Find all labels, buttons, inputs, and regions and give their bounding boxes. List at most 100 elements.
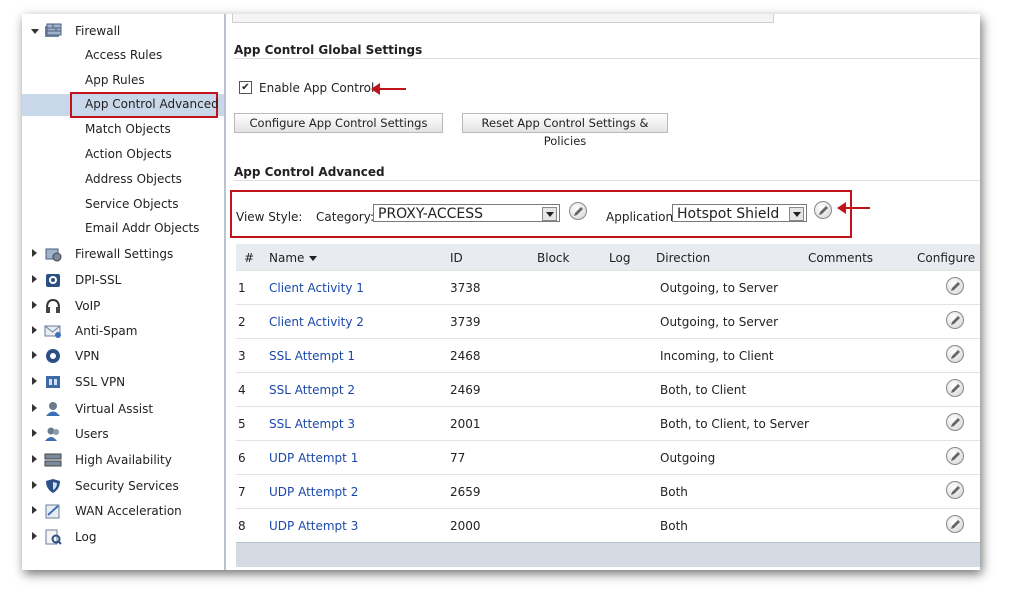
table-row: 3 SSL Attempt 1 2468 Incoming, to Client [236, 338, 980, 373]
sidebar-item-ssl-vpn[interactable]: SSL VPN [22, 372, 224, 394]
configure-edit-icon[interactable] [946, 515, 964, 533]
sidebar-item-label: Virtual Assist [75, 402, 154, 416]
sidebar-subitem-match-objects[interactable]: Match Objects [22, 119, 224, 141]
sidebar-subitem-address-objects[interactable]: Address Objects [22, 169, 224, 191]
application-select-value: Hotspot Shield [677, 206, 780, 222]
shield-icon [44, 478, 62, 494]
cell-num: 7 [238, 485, 246, 499]
col-header-block: Block [537, 251, 570, 265]
category-label: Category: [316, 210, 374, 224]
application-select[interactable]: Hotspot Shield [672, 204, 807, 222]
cell-name-link[interactable]: SSL Attempt 2 [269, 383, 355, 397]
chevron-right-icon[interactable] [32, 301, 37, 309]
anti-spam-envelope-icon [44, 323, 62, 339]
category-select-value: PROXY-ACCESS [378, 206, 484, 222]
sidebar-item-anti-spam[interactable]: Anti-Spam [22, 321, 224, 343]
cell-num: 5 [238, 417, 246, 431]
enable-app-control-checkbox[interactable]: ✔ [239, 81, 252, 94]
category-edit-icon[interactable] [569, 202, 587, 220]
wan-acceleration-icon [44, 503, 62, 519]
sidebar-subitem-action-objects[interactable]: Action Objects [22, 144, 224, 166]
sidebar-item-virtual-assist[interactable]: Virtual Assist [22, 399, 224, 421]
sidebar-item-firewall-settings[interactable]: Firewall Settings [22, 244, 224, 266]
table-row: 4 SSL Attempt 2 2469 Both, to Client [236, 372, 980, 407]
configure-edit-icon[interactable] [946, 345, 964, 363]
table-row: 8 UDP Attempt 3 2000 Both [236, 508, 980, 543]
log-icon [44, 529, 62, 545]
chevron-down-icon[interactable] [31, 29, 39, 34]
sidebar-item-voip[interactable]: VoIP [22, 296, 224, 318]
cell-name-link[interactable]: UDP Attempt 2 [269, 485, 358, 499]
configure-edit-icon[interactable] [946, 311, 964, 329]
sidebar-item-users[interactable]: Users [22, 424, 224, 446]
sort-down-icon[interactable] [309, 256, 318, 261]
col-header-name[interactable]: Name [269, 251, 318, 265]
chevron-right-icon[interactable] [32, 532, 37, 540]
application-edit-icon[interactable] [814, 201, 832, 219]
sidebar-item-label: Users [75, 427, 109, 441]
col-header-num: # [244, 251, 255, 265]
sidebar-subitem-service-objects[interactable]: Service Objects [22, 194, 224, 216]
sidebar-item-label: DPI-SSL [75, 273, 122, 287]
configure-edit-icon[interactable] [946, 413, 964, 431]
cell-id: 2000 [450, 519, 481, 533]
sidebar-subitem-label: Email Addr Objects [85, 221, 200, 235]
cell-name-link[interactable]: SSL Attempt 1 [269, 349, 355, 363]
cell-num: 4 [238, 383, 246, 397]
cell-name-link[interactable]: SSL Attempt 3 [269, 417, 355, 431]
sidebar-item-firewall[interactable]: Firewall [22, 21, 224, 43]
chevron-right-icon[interactable] [32, 506, 37, 514]
dropdown-arrow-icon[interactable] [542, 207, 557, 221]
sidebar-subitem-label: Access Rules [85, 48, 163, 62]
sidebar-item-security-services[interactable]: Security Services [22, 476, 224, 498]
configure-edit-icon[interactable] [946, 481, 964, 499]
configure-edit-icon[interactable] [946, 277, 964, 295]
chevron-right-icon[interactable] [32, 326, 37, 334]
sidebar-subitem-email-addr-objects[interactable]: Email Addr Objects [22, 218, 224, 240]
sidebar-item-high-availability[interactable]: High Availability [22, 450, 224, 472]
col-header-id: ID [450, 251, 463, 265]
reset-app-control-button[interactable]: Reset App Control Settings & Policies [462, 113, 668, 148]
sidebar-item-dpi-ssl[interactable]: DPI-SSL [22, 270, 224, 292]
col-header-direction: Direction [656, 251, 711, 265]
users-icon [44, 426, 62, 442]
sidebar-item-wan-acceleration[interactable]: WAN Acceleration [22, 501, 224, 523]
chevron-right-icon[interactable] [32, 275, 37, 283]
sidebar-item-log[interactable]: Log [22, 527, 224, 549]
table-row: 5 SSL Attempt 3 2001 Both, to Client, to Se… [236, 406, 980, 441]
dropdown-arrow-icon[interactable] [789, 207, 804, 221]
high-availability-icon [44, 452, 62, 468]
sidebar-item-label: SSL VPN [75, 375, 126, 389]
sidebar-item-label: Firewall Settings [75, 247, 174, 261]
divider [234, 180, 980, 181]
col-header-log: Log [609, 251, 631, 265]
cell-num: 8 [238, 519, 246, 533]
cell-name-link[interactable]: Client Activity 2 [269, 315, 364, 329]
cell-name-link[interactable]: Client Activity 1 [269, 281, 364, 295]
chevron-right-icon[interactable] [32, 429, 37, 437]
cell-id: 2469 [450, 383, 481, 397]
chevron-right-icon[interactable] [32, 249, 37, 257]
ssl-vpn-icon [44, 374, 62, 390]
chevron-right-icon[interactable] [32, 351, 37, 359]
sidebar-item-vpn[interactable]: VPN [22, 346, 224, 368]
chevron-right-icon[interactable] [32, 481, 37, 489]
cell-name-link[interactable]: UDP Attempt 1 [269, 451, 358, 465]
sidebar-subitem-app-control-advanced[interactable]: App Control Advanced [22, 92, 224, 118]
cell-direction: Both [660, 519, 688, 533]
configure-edit-icon[interactable] [946, 379, 964, 397]
filter-bar: View Style: Category: PROXY-ACCESS Appli… [230, 190, 852, 238]
chevron-right-icon[interactable] [32, 377, 37, 385]
category-select[interactable]: PROXY-ACCESS [373, 204, 560, 222]
sidebar-subitem-access-rules[interactable]: Access Rules [22, 45, 224, 67]
chevron-right-icon[interactable] [32, 404, 37, 412]
chevron-right-icon[interactable] [32, 455, 37, 463]
configure-app-control-settings-button[interactable]: Configure App Control Settings [234, 113, 443, 133]
cell-name-link[interactable]: UDP Attempt 3 [269, 519, 358, 533]
configure-edit-icon[interactable] [946, 447, 964, 465]
table-header: # Name ID Block Log Direction Comments C… [236, 244, 980, 270]
main-panel: App Control Global Settings ✔ Enable App… [228, 14, 980, 570]
sidebar-item-label: VPN [75, 349, 100, 363]
sidebar-subitem-app-rules[interactable]: App Rules [22, 70, 224, 92]
cell-direction: Outgoing [660, 451, 716, 465]
